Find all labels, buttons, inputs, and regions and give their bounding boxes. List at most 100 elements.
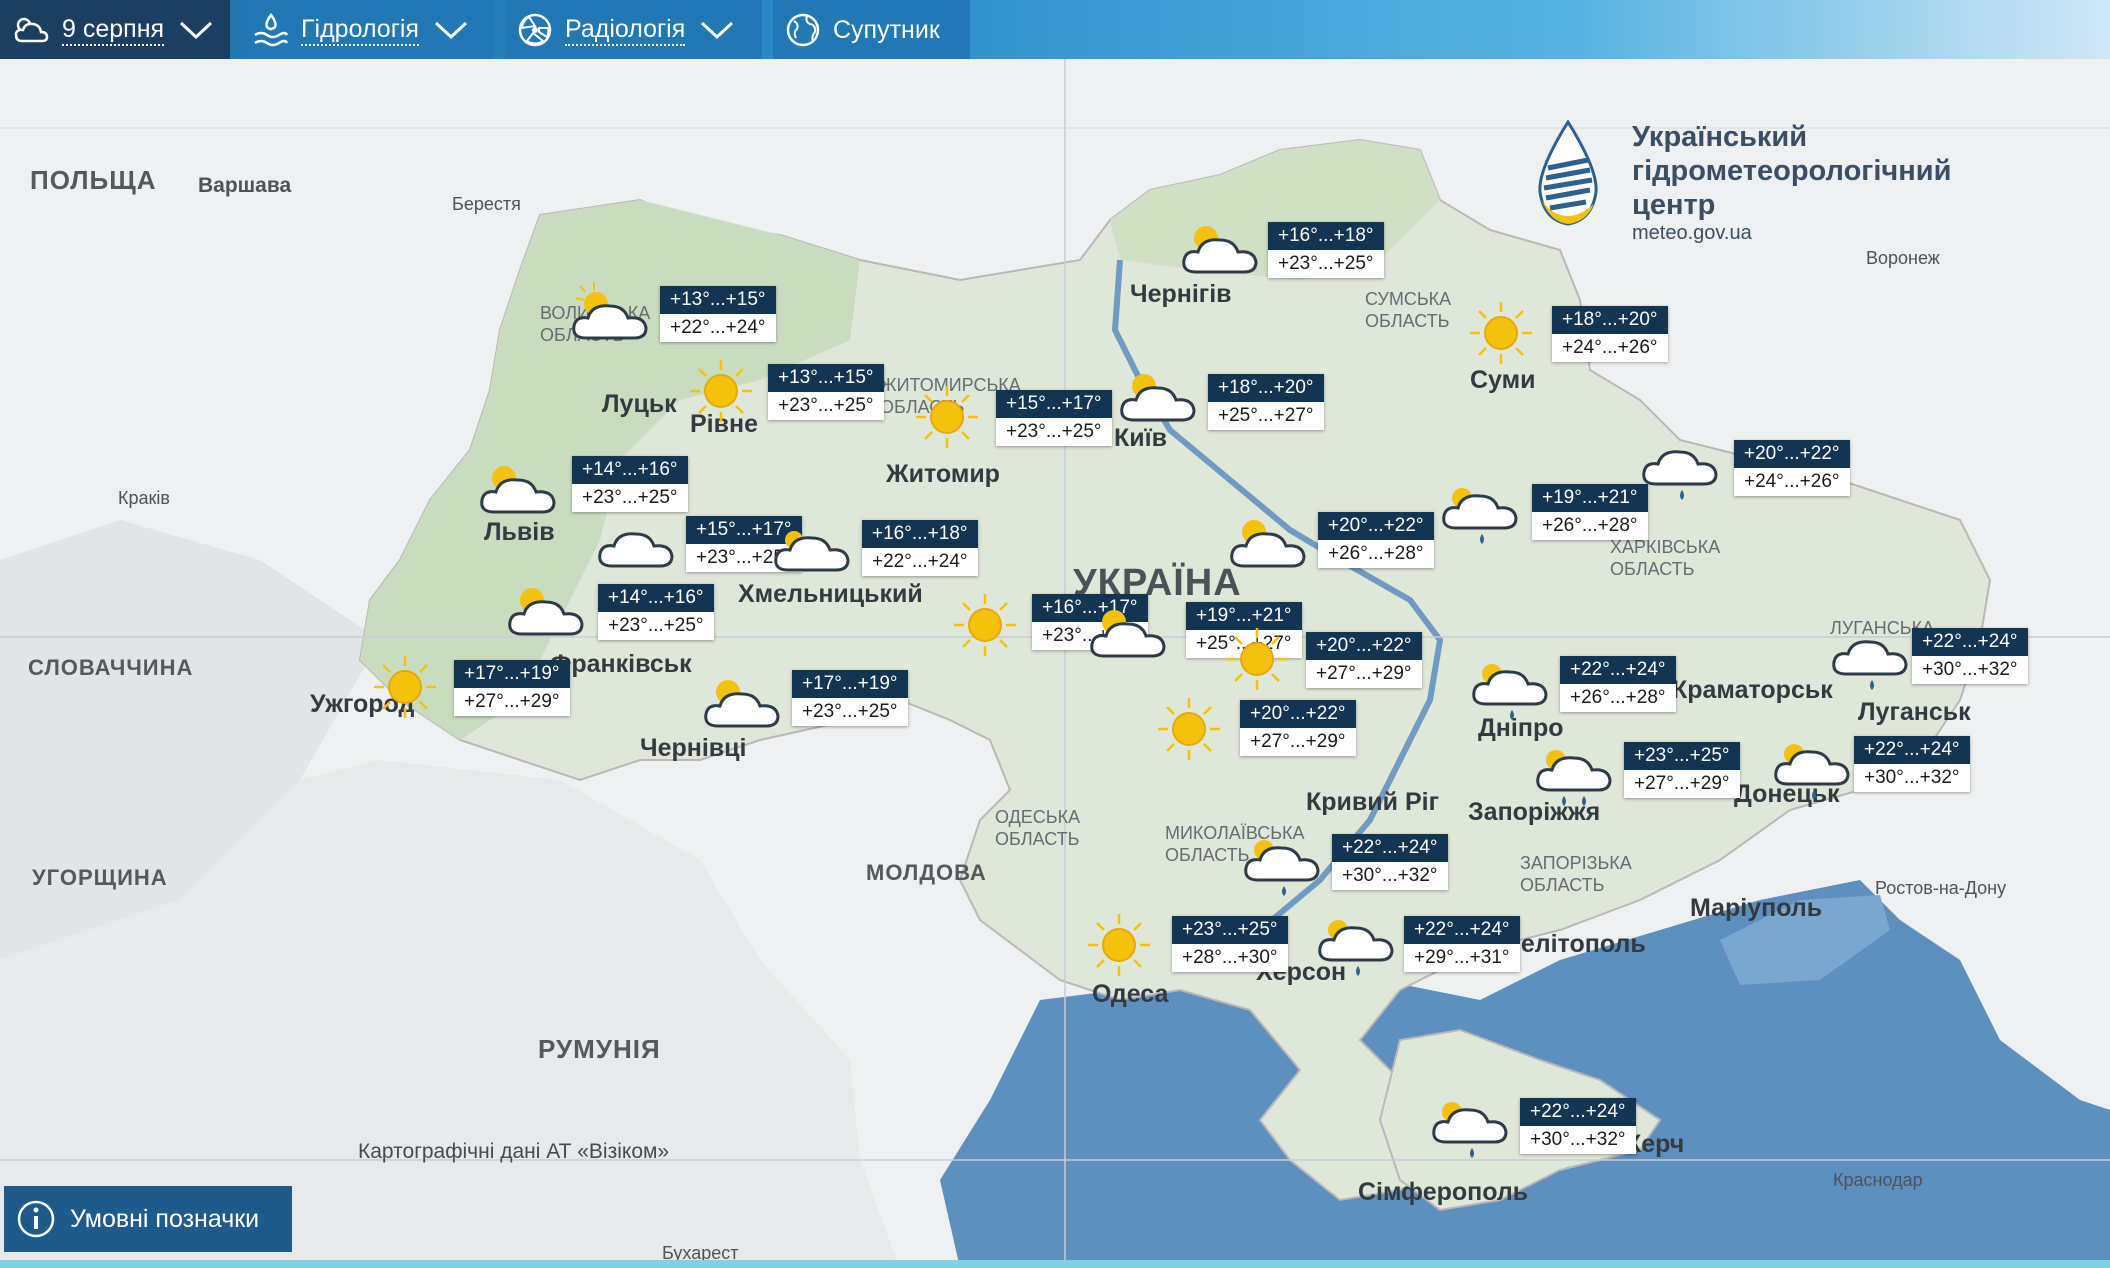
forecast-box[interactable]: +14°...+16° +23°...+25°: [598, 584, 714, 640]
day-temp: +30°...+32°: [1520, 1126, 1636, 1154]
partly-cloudy-icon: [1090, 610, 1166, 658]
cloud-rain-icon: [1832, 640, 1908, 690]
forecast-box[interactable]: +13°...+15° +23°...+25°: [768, 364, 884, 420]
night-temp: +20°...+22°: [1306, 632, 1422, 660]
cloud-rain-icon: [1536, 750, 1612, 806]
forecast-box[interactable]: +22°...+24° +30°...+32°: [1912, 628, 2028, 684]
forecast-box[interactable]: +16°...+18° +23°...+25°: [1268, 222, 1384, 278]
cloud-rain-icon: [1642, 450, 1718, 500]
sun-icon: [916, 386, 978, 448]
forecast-box[interactable]: +22°...+24° +30°...+32°: [1854, 736, 1970, 792]
city-label: Сімферополь: [1358, 1178, 1529, 1206]
sun-icon: [1088, 914, 1150, 976]
city-label: Житомир: [886, 460, 1000, 488]
radiology-menu[interactable]: Радіологія: [505, 0, 762, 59]
oblast-label: ХАРКІВСЬКА ОБЛАСТЬ: [1610, 537, 1721, 579]
night-temp: +23°...+25°: [1624, 742, 1740, 770]
city-label: Одеса: [1092, 980, 1169, 1008]
forecast-box[interactable]: +22°...+24° +26°...+28°: [1560, 656, 1676, 712]
legend-label: Умовні позначки: [70, 1204, 260, 1233]
city-label: Кривий Ріг: [1306, 788, 1439, 816]
satellite-menu[interactable]: Супутник: [773, 0, 970, 59]
forecast-box[interactable]: +22°...+24° +30°...+32°: [1520, 1098, 1636, 1154]
forecast-box[interactable]: +18°...+20° +24°...+26°: [1552, 306, 1668, 362]
cloud-rain-icon: [1774, 744, 1850, 800]
forecast-box[interactable]: +16°...+18° +22°...+24°: [862, 520, 978, 576]
globe-icon: [786, 13, 820, 46]
partly-cloudy-icon: [480, 466, 556, 514]
day-temp: +30°...+32°: [1854, 764, 1970, 792]
night-temp: +18°...+20°: [1552, 306, 1668, 334]
hydrology-menu[interactable]: Гідрологія: [241, 0, 494, 59]
forecast-box[interactable]: +20°...+22° +26°...+28°: [1318, 512, 1434, 568]
forecast-box[interactable]: +23°...+25° +28°...+30°: [1172, 916, 1288, 972]
country-label: СЛОВАЧЧИНА: [28, 655, 194, 680]
oblast-label: СУМСЬКА ОБЛАСТЬ: [1365, 289, 1452, 331]
city-label: Ростов-на-Дону: [1875, 878, 2007, 898]
day-temp: +22°...+24°: [862, 548, 978, 576]
day-temp: +27°...+29°: [1240, 728, 1356, 756]
day-temp: +27°...+29°: [1306, 660, 1422, 688]
sun-icon: [1226, 628, 1288, 690]
night-temp: +20°...+22°: [1734, 440, 1850, 468]
day-temp: +28°...+30°: [1172, 944, 1288, 972]
night-temp: +14°...+16°: [598, 584, 714, 612]
radiology-label: Радіологія: [565, 14, 686, 46]
chevron-down-icon: [701, 21, 734, 39]
forecast-box[interactable]: +20°...+22° +27°...+29°: [1240, 700, 1356, 756]
night-temp: +16°...+18°: [1268, 222, 1384, 250]
date-label: 9 серпня: [62, 14, 165, 46]
partly-cloudy-icon: [508, 588, 584, 636]
city-label: Варшава: [198, 174, 292, 197]
forecast-box[interactable]: +23°...+25° +27°...+29°: [1624, 742, 1740, 798]
forecast-box[interactable]: +22°...+24° +30°...+32°: [1332, 834, 1448, 890]
chevron-down-icon: [180, 21, 213, 39]
day-temp: +24°...+26°: [1552, 334, 1668, 362]
city-label: Чернівці: [640, 734, 747, 762]
day-temp: +23°...+25°: [1268, 250, 1384, 278]
partly-cloudy-icon: [704, 680, 780, 728]
night-temp: +16°...+18°: [862, 520, 978, 548]
forecast-box[interactable]: +22°...+24° +29°...+31°: [1404, 916, 1520, 972]
legend-button[interactable]: Умовні позначки: [4, 1186, 292, 1252]
day-temp: +30°...+32°: [1912, 656, 2028, 684]
cloud-rain-icon: [1318, 920, 1394, 976]
day-temp: +26°...+28°: [1532, 512, 1648, 540]
water-waves-icon: [254, 12, 289, 46]
city-label: Суми: [1470, 366, 1536, 394]
forecast-box[interactable]: +18°...+20° +25°...+27°: [1208, 374, 1324, 430]
night-temp: +14°...+16°: [572, 456, 688, 484]
city-label: Луганськ: [1858, 698, 1971, 726]
forecast-box[interactable]: +20°...+22° +27°...+29°: [1306, 632, 1422, 688]
date-selector[interactable]: 9 серпня: [0, 0, 230, 59]
cloudy-day-icon: [14, 17, 49, 42]
forecast-box[interactable]: +17°...+19° +23°...+25°: [792, 670, 908, 726]
logo-line-1: Український: [1632, 121, 1808, 153]
day-temp: +25°...+27°: [1208, 402, 1324, 430]
night-temp: +22°...+24°: [1404, 916, 1520, 944]
map-credit: Картографічні дані АТ «Візіком»: [358, 1140, 670, 1163]
cloud-icon: [598, 532, 674, 568]
country-label: ПОЛЬЩА: [30, 165, 157, 195]
forecast-box[interactable]: +20°...+22° +24°...+26°: [1734, 440, 1850, 496]
night-temp: +18°...+20°: [1208, 374, 1324, 402]
oblast-label: ЗАПОРІЗЬКА ОБЛАСТЬ: [1520, 853, 1632, 895]
partly-cloudy-icon: [1182, 226, 1258, 274]
forecast-box[interactable]: +15°...+17° +23°...+25°: [996, 390, 1112, 446]
country-label: УГОРЩИНА: [32, 865, 168, 890]
forecast-box[interactable]: +17°...+19° +27°...+29°: [454, 660, 570, 716]
cloud-rain-icon: [1472, 664, 1548, 720]
night-temp: +13°...+15°: [660, 286, 776, 314]
night-temp: +22°...+24°: [1854, 736, 1970, 764]
logo-url[interactable]: meteo.gov.ua: [1632, 222, 1752, 245]
forecast-box[interactable]: +14°...+16° +23°...+25°: [572, 456, 688, 512]
forecast-box[interactable]: +13°...+15° +22°...+24°: [660, 286, 776, 342]
night-temp: +23°...+25°: [1172, 916, 1288, 944]
city-label: Чернігів: [1130, 280, 1232, 308]
city-label: Берестя: [452, 194, 521, 214]
night-temp: +22°...+24°: [1520, 1098, 1636, 1126]
partly-cloudy-icon: [1120, 374, 1196, 422]
forecast-box[interactable]: +19°...+21° +26°...+28°: [1532, 484, 1648, 540]
night-temp: +13°...+15°: [768, 364, 884, 392]
night-temp: +17°...+19°: [454, 660, 570, 688]
